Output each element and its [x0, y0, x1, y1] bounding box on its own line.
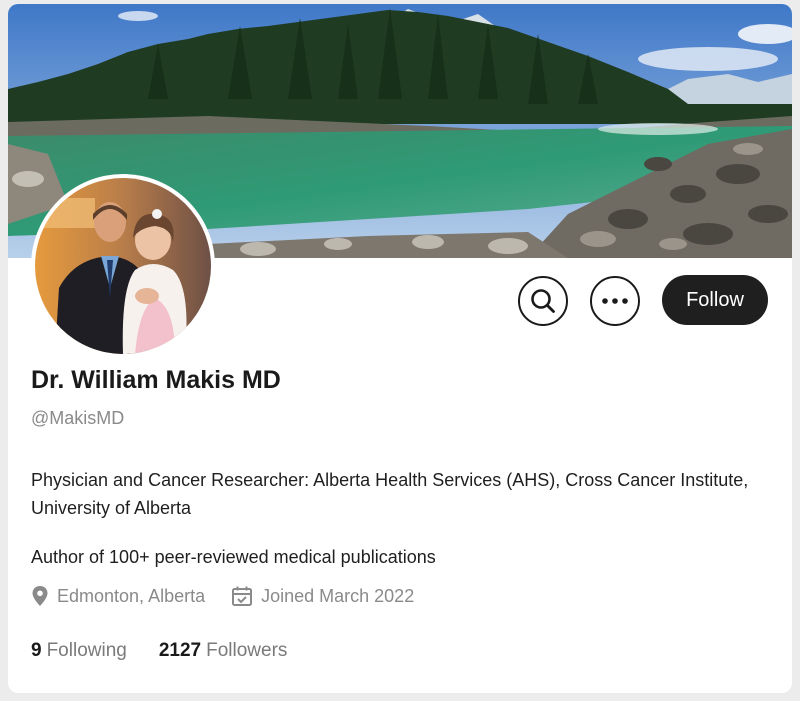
- location-text: Edmonton, Alberta: [57, 585, 206, 606]
- profile-meta: Edmonton, Alberta Joined March 2022: [31, 585, 440, 607]
- location-pin-icon: [32, 586, 48, 606]
- profile-bio-secondary: Author of 100+ peer-reviewed medical pub…: [31, 547, 436, 567]
- joined-text: Joined March 2022: [261, 585, 415, 606]
- profile-handle: @MakisMD: [31, 408, 125, 428]
- following-label: Following: [46, 640, 127, 661]
- profile-joined: Joined March 2022: [231, 585, 414, 607]
- profile-avatar[interactable]: [31, 174, 215, 358]
- search-button[interactable]: [518, 276, 568, 326]
- following-link[interactable]: 9 Following: [31, 640, 127, 662]
- follow-button[interactable]: Follow: [662, 275, 768, 325]
- profile-bio: Physician and Cancer Researcher: Alberta…: [31, 470, 749, 518]
- following-count: 9: [31, 640, 42, 661]
- profile-name: Dr. William Makis MD: [31, 366, 281, 394]
- profile-location: Edmonton, Alberta: [31, 585, 205, 607]
- profile-card: Follow Dr. William Makis MD @MakisMD Phy…: [8, 4, 792, 693]
- profile-stats: 9 Following 2127 Followers: [31, 640, 319, 662]
- search-icon: [531, 289, 555, 313]
- followers-label: Followers: [206, 640, 288, 661]
- calendar-icon: [232, 586, 253, 606]
- followers-count: 2127: [158, 640, 202, 661]
- followers-link[interactable]: 2127 Followers: [159, 640, 288, 662]
- more-horizontal-icon: [602, 298, 628, 304]
- more-options-button[interactable]: [590, 276, 640, 326]
